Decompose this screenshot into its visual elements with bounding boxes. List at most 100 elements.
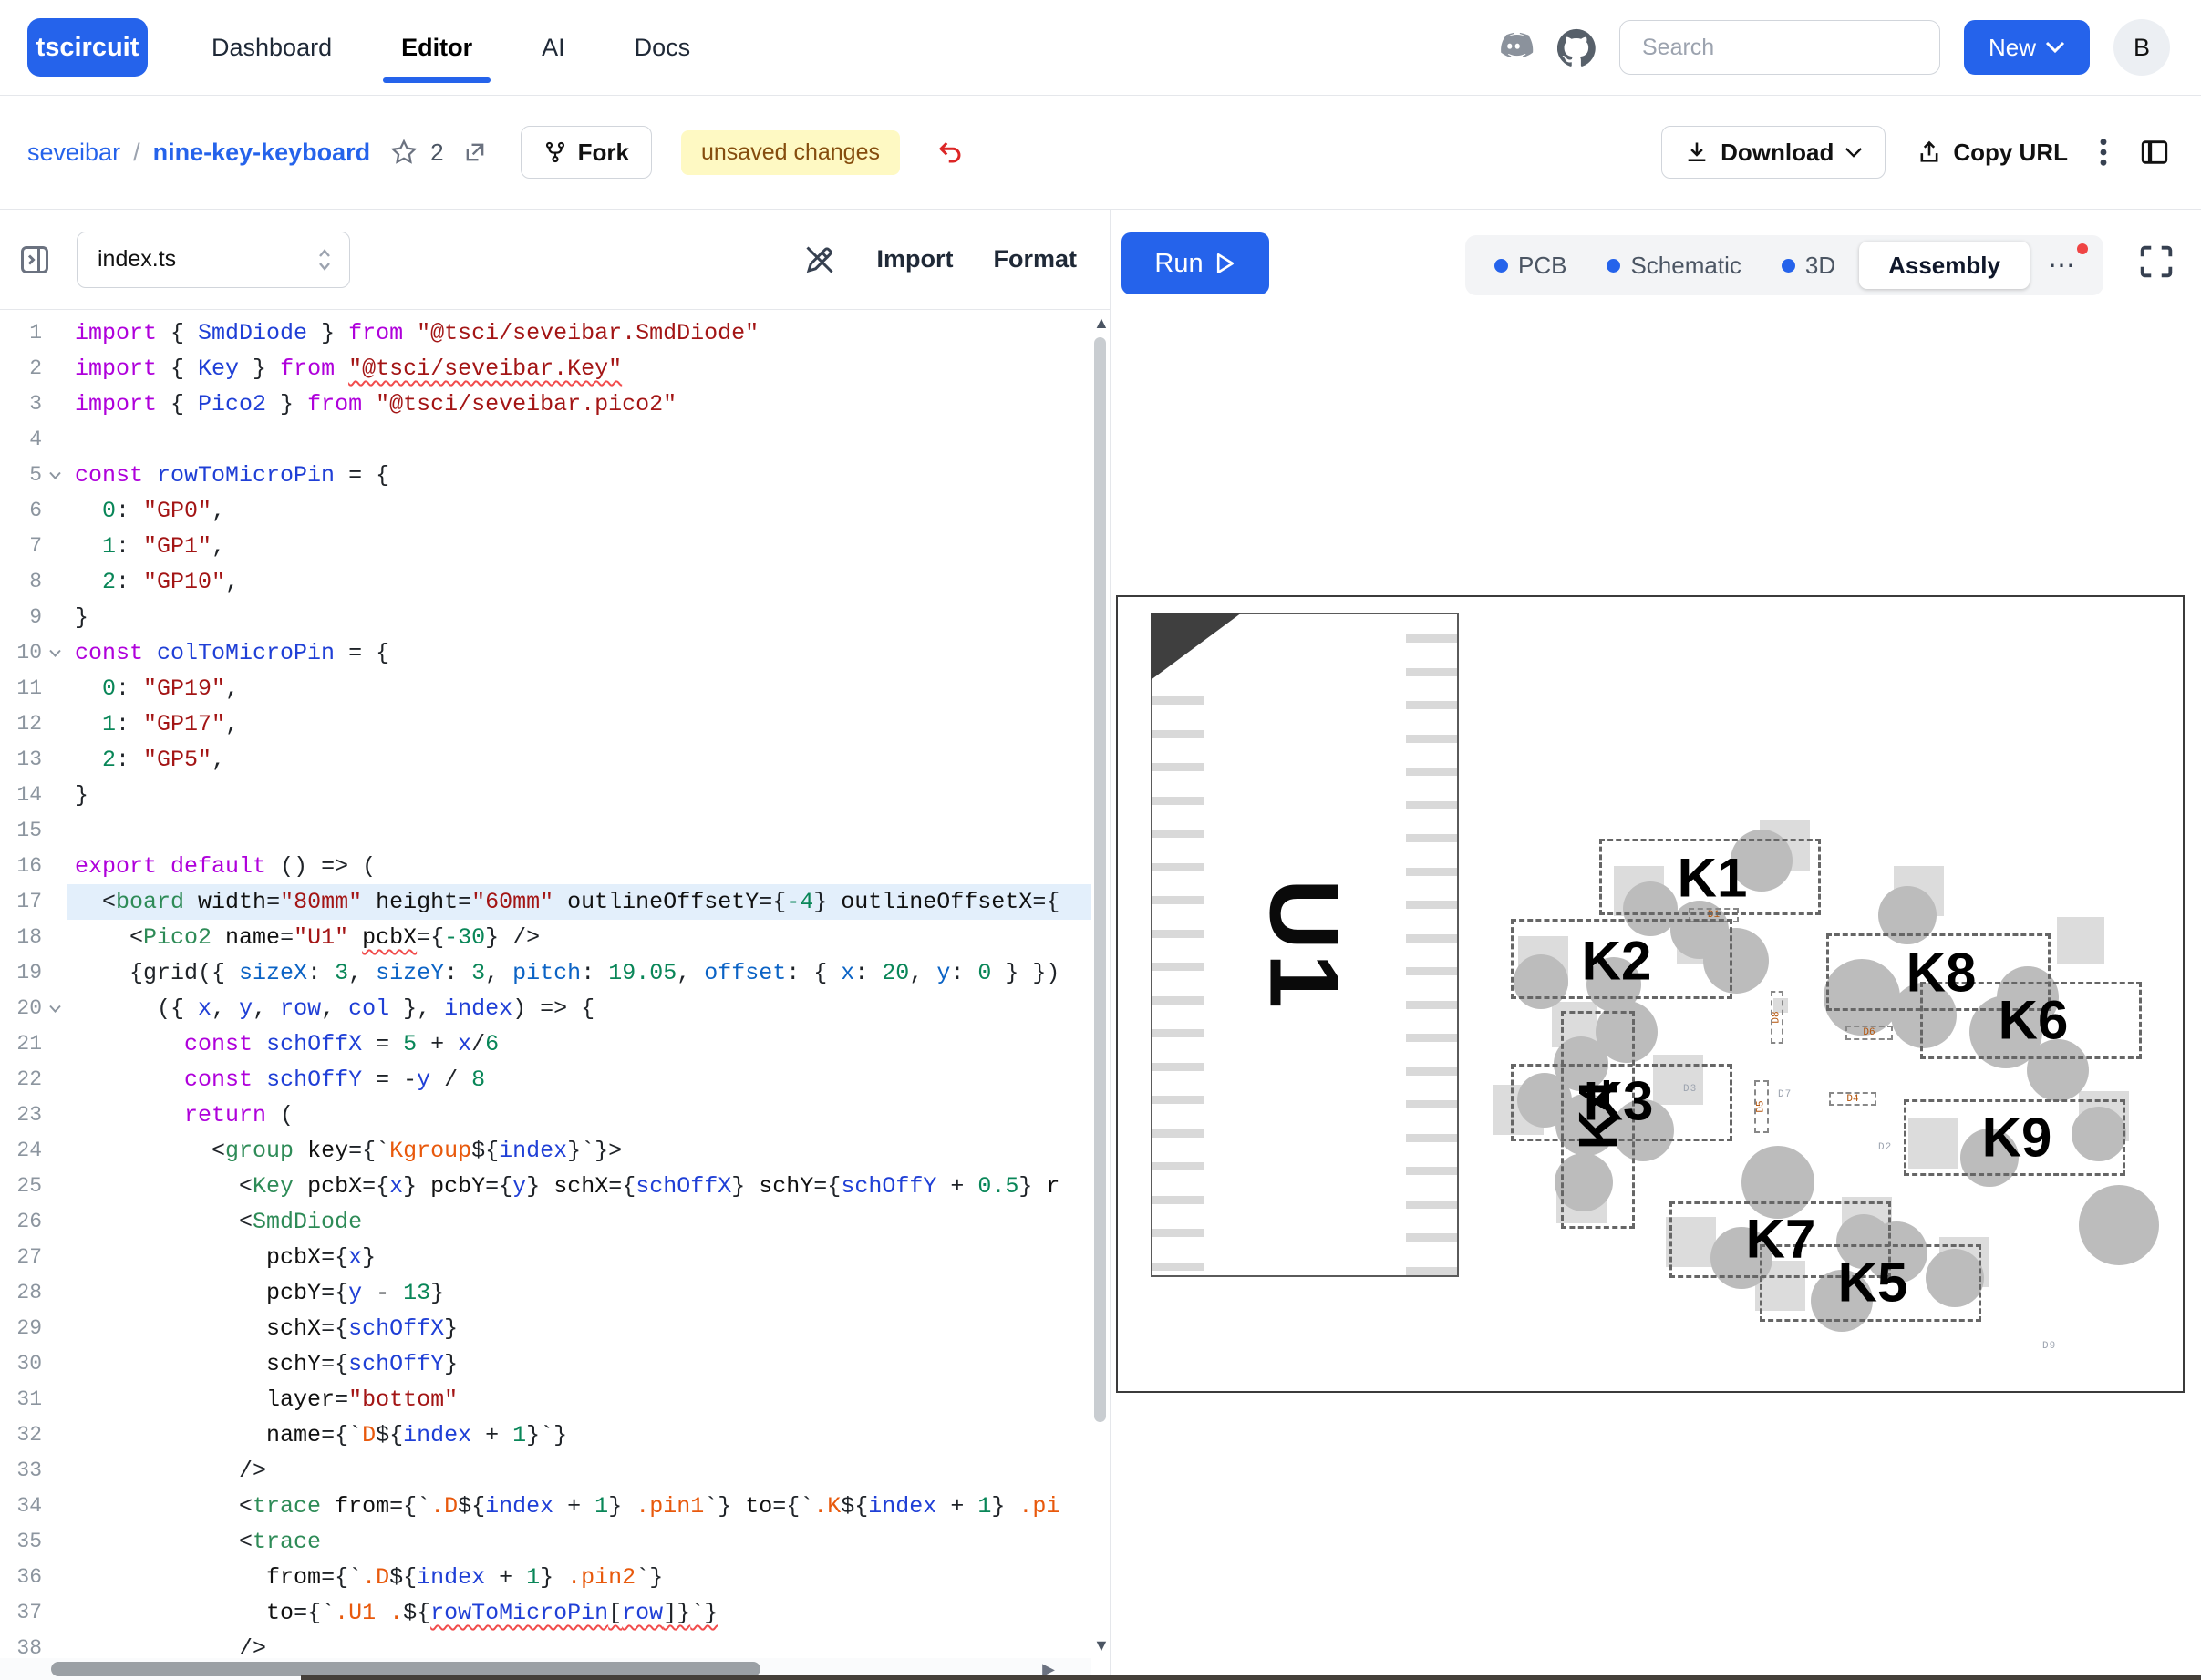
edit-disabled-icon[interactable] [803, 243, 836, 276]
fold-spacer [42, 529, 67, 564]
fullscreen-icon[interactable] [2135, 241, 2177, 283]
code-line[interactable]: 25 <Key pcbX={x} pcbY={y} schX={schOffX}… [0, 1169, 1091, 1204]
code-text: 1: "GP17", [67, 706, 1091, 742]
diode-footprint[interactable]: D5 [1754, 1080, 1769, 1133]
new-button[interactable]: New [1964, 20, 2090, 75]
code-text: <Key pcbX={x} pcbY={y} schX={schOffX} sc… [67, 1169, 1091, 1204]
code-line[interactable]: 16export default () => ( [0, 849, 1091, 884]
u1-pin [1406, 834, 1457, 842]
github-icon[interactable] [1557, 28, 1596, 67]
new-button-label: New [1989, 34, 2036, 62]
code-line[interactable]: 33 /> [0, 1453, 1091, 1489]
undo-icon[interactable] [936, 139, 964, 166]
fold-spacer [42, 955, 67, 991]
code-area[interactable]: 1import { SmdDiode } from "@tsci/seveiba… [0, 310, 1091, 1658]
code-line[interactable]: 22 const schOffY = -y / 8 [0, 1062, 1091, 1098]
download-button[interactable]: Download [1661, 126, 1886, 179]
breadcrumb-repo[interactable]: nine-key-keyboard [153, 139, 371, 167]
code-line[interactable]: 27 pcbX={x} [0, 1240, 1091, 1275]
sidebar-toggle-icon[interactable] [18, 243, 51, 276]
code-line[interactable]: 23 return ( [0, 1098, 1091, 1133]
u1-pin [1406, 801, 1457, 809]
tab-pcb-label: PCB [1518, 252, 1566, 280]
code-line[interactable]: 29 schX={schOffX} [0, 1311, 1091, 1346]
nav-item-dashboard[interactable]: Dashboard [212, 17, 332, 78]
import-button[interactable]: Import [876, 245, 953, 273]
code-line[interactable]: 4 [0, 422, 1091, 458]
tab-3d[interactable]: 3D [1765, 242, 1852, 289]
code-line[interactable]: 37 to={`.U1 .${rowToMicroPin[row]}`} [0, 1595, 1091, 1631]
assembly-board[interactable]: U1 D1D8D6D5D4D3D7D2D9K1K2K8K6K3K4K9K7K5 [1116, 595, 2185, 1393]
nav-item-docs[interactable]: Docs [635, 17, 691, 78]
code-line[interactable]: 8 2: "GP10", [0, 564, 1091, 600]
avatar[interactable]: B [2113, 19, 2170, 76]
code-line[interactable]: 11 0: "GP19", [0, 671, 1091, 706]
tab-pcb[interactable]: PCB [1478, 242, 1583, 289]
tab-assembly[interactable]: Assembly [1859, 242, 2030, 289]
tab-schematic[interactable]: Schematic [1590, 242, 1757, 289]
main-split: index.ts Import Format 1import { SmdDiod… [0, 210, 2201, 1680]
code-line[interactable]: 14} [0, 778, 1091, 813]
smd-pad-square [2057, 917, 2104, 964]
scroll-down-icon[interactable]: ▼ [1093, 1638, 1108, 1653]
code-line[interactable]: 12 1: "GP17", [0, 706, 1091, 742]
u1-pin [1406, 668, 1457, 676]
vertical-scrollbar-thumb[interactable] [1094, 337, 1106, 1422]
code-line[interactable]: 9} [0, 600, 1091, 635]
tab-more[interactable]: ⋯ [2037, 242, 2086, 289]
code-line[interactable]: 20 ({ x, y, row, col }, index) => { [0, 991, 1091, 1026]
open-external-icon[interactable] [462, 139, 488, 165]
run-button[interactable]: Run [1121, 232, 1269, 294]
format-button[interactable]: Format [993, 245, 1077, 273]
diode-footprint[interactable]: D4 [1829, 1092, 1876, 1106]
code-line[interactable]: 34 <trace from={`.D${index + 1} .pin1`} … [0, 1489, 1091, 1524]
play-icon [1214, 252, 1236, 275]
code-line[interactable]: 5const rowToMicroPin = { [0, 458, 1091, 493]
code-line[interactable]: 38 /> [0, 1631, 1091, 1658]
code-line[interactable]: 3import { Pico2 } from "@tsci/seveibar.p… [0, 387, 1091, 422]
tscircuit-logo[interactable]: tscircuit [27, 18, 148, 77]
copy-url-button[interactable]: Copy URL [1917, 139, 2068, 167]
code-line[interactable]: 24 <group key={`Kgroup${index}`}> [0, 1133, 1091, 1169]
code-text: export default () => ( [67, 849, 1091, 884]
code-line[interactable]: 7 1: "GP1", [0, 529, 1091, 564]
discord-icon[interactable] [1493, 32, 1534, 63]
code-line[interactable]: 26 <SmdDiode [0, 1204, 1091, 1240]
code-line[interactable]: 36 from={`.D${index + 1} .pin2`} [0, 1560, 1091, 1595]
fold-chevron-icon[interactable] [42, 458, 67, 493]
code-line[interactable]: 21 const schOffX = 5 + x/6 [0, 1026, 1091, 1062]
star-icon[interactable] [390, 139, 418, 166]
code-line[interactable]: 2import { Key } from "@tsci/seveibar.Key… [0, 351, 1091, 387]
breadcrumb-owner[interactable]: seveibar [27, 139, 120, 167]
code-line[interactable]: 15 [0, 813, 1091, 849]
u1-chip[interactable]: U1 [1151, 613, 1459, 1277]
code-line[interactable]: 32 name={`D${index + 1}`} [0, 1417, 1091, 1453]
fold-chevron-icon[interactable] [42, 635, 67, 671]
view-tabs: PCB Schematic 3D Assembly ⋯ [1465, 235, 2103, 295]
fold-chevron-icon[interactable] [42, 991, 67, 1026]
code-line[interactable]: 19 {grid({ sizeX: 3, sizeY: 3, pitch: 19… [0, 955, 1091, 991]
code-line[interactable]: 31 layer="bottom" [0, 1382, 1091, 1417]
search-input[interactable] [1619, 20, 1940, 75]
scroll-up-icon[interactable]: ▲ [1093, 315, 1108, 330]
code-line[interactable]: 28 pcbY={y - 13} [0, 1275, 1091, 1311]
diode-footprint[interactable]: D8 [1771, 991, 1783, 1044]
code-line[interactable]: 6 0: "GP0", [0, 493, 1091, 529]
fork-button[interactable]: Fork [521, 126, 652, 179]
code-line[interactable]: 30 schY={schOffY} [0, 1346, 1091, 1382]
diode-footprint[interactable]: D6 [1845, 1026, 1893, 1040]
line-number: 26 [0, 1204, 42, 1240]
vertical-scrollbar[interactable]: ▲ ▼ [1093, 315, 1108, 1653]
code-line[interactable]: 10const colToMicroPin = { [0, 635, 1091, 671]
nav-item-editor[interactable]: Editor [401, 17, 472, 78]
code-line[interactable]: 35 <trace [0, 1524, 1091, 1560]
code-line[interactable]: 13 2: "GP5", [0, 742, 1091, 778]
code-line[interactable]: 1import { SmdDiode } from "@tsci/seveiba… [0, 315, 1091, 351]
code-line[interactable]: 17 <board width="80mm" height="60mm" out… [0, 884, 1091, 920]
panel-layout-icon[interactable] [2139, 137, 2170, 168]
kebab-menu-icon[interactable] [2099, 137, 2108, 168]
nav-item-ai[interactable]: AI [542, 17, 565, 78]
code-line[interactable]: 18 <Pico2 name="U1" pcbX={-30} /> [0, 920, 1091, 955]
file-select[interactable]: index.ts [77, 232, 350, 288]
line-number: 18 [0, 920, 42, 955]
